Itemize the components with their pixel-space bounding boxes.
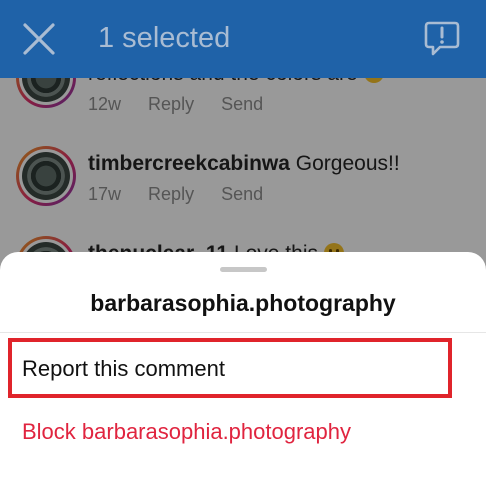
close-icon[interactable] [22,22,56,56]
sheet-drag-handle[interactable] [220,267,267,272]
report-alert-icon[interactable] [424,20,460,58]
report-comment-label: Report this comment [22,356,225,381]
selection-action-bar: 1 selected [0,0,486,78]
divider [0,332,486,333]
report-comment-option[interactable]: Report this comment [8,338,452,398]
selection-count-title: 1 selected [98,22,231,54]
sheet-title: barbarasophia.photography [90,290,396,316]
comment-options-sheet: barbarasophia.photography Report this co… [0,252,486,482]
block-user-option[interactable]: Block barbarasophia.photography [22,419,351,445]
